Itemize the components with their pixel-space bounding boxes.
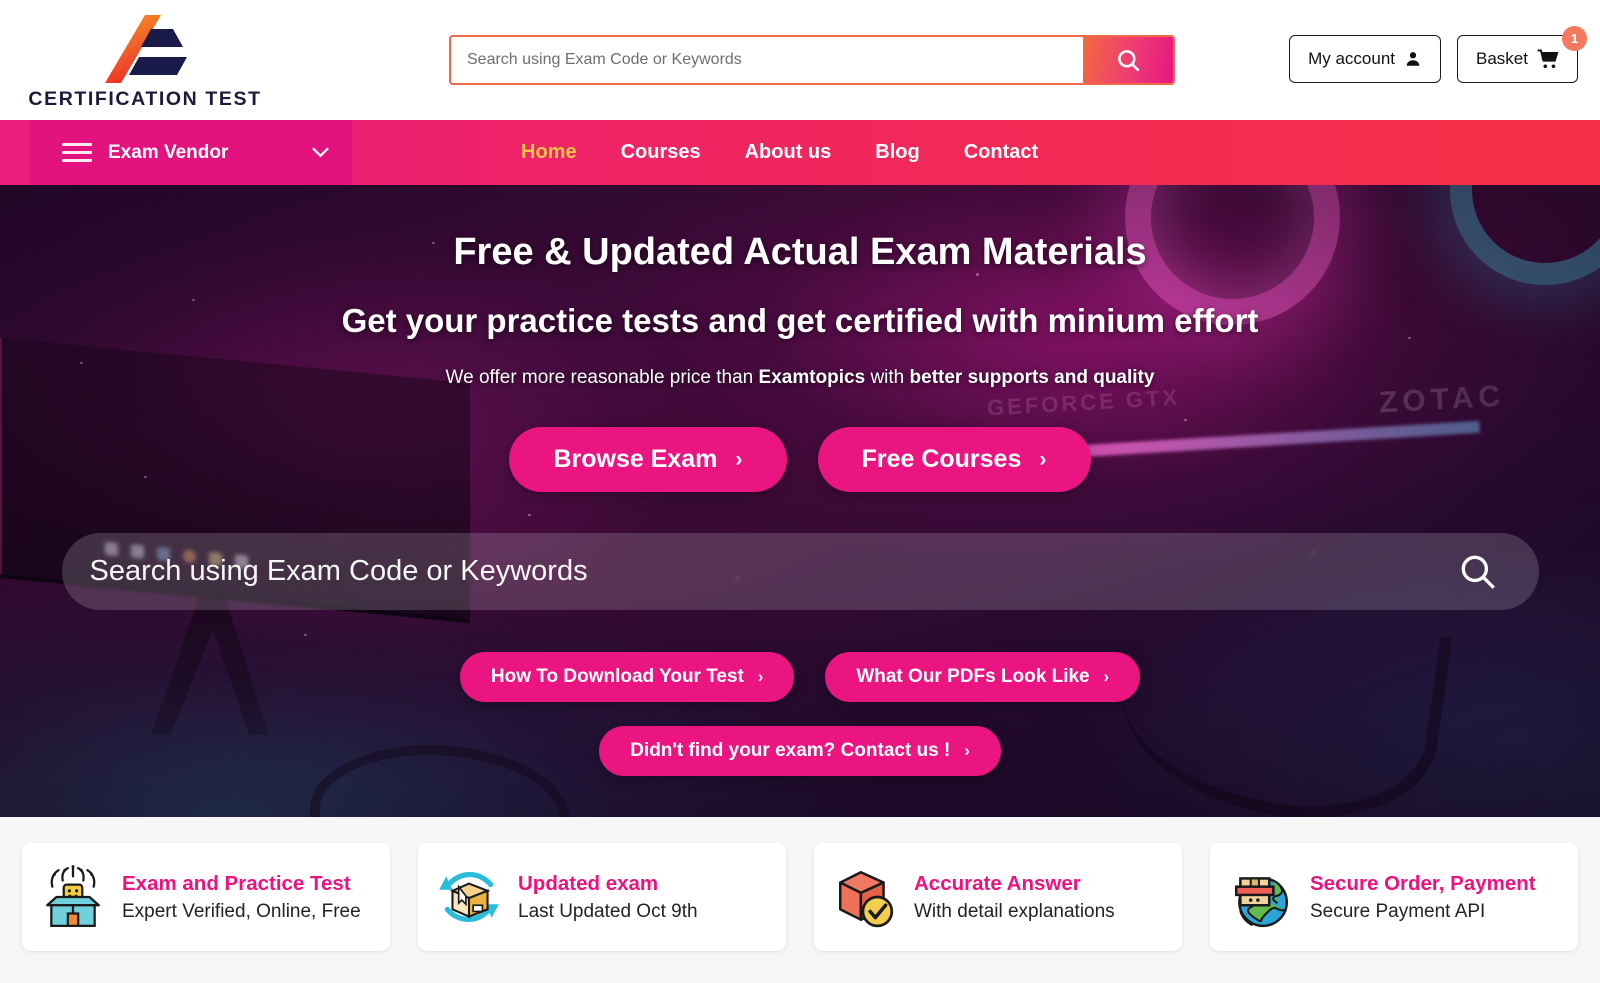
hero-tagline: We offer more reasonable price than Exam…: [0, 367, 1600, 389]
feature-subtitle: Last Updated Oct 9th: [518, 900, 698, 922]
my-account-button[interactable]: My account: [1289, 35, 1442, 83]
hero-primary-buttons: Browse Exam › Free Courses ›: [0, 427, 1600, 492]
exam-vendor-label: Exam Vendor: [108, 141, 229, 163]
tagline-quality: better supports and quality: [909, 367, 1155, 388]
search-input[interactable]: [451, 37, 1083, 83]
search-button[interactable]: [1083, 37, 1173, 83]
user-icon: [1406, 52, 1420, 66]
chevron-right-icon: ›: [757, 667, 764, 686]
globe-package-icon: [1235, 877, 1289, 928]
feature-title: Accurate Answer: [914, 871, 1081, 895]
what-pdfs-look-like-label: What Our PDFs Look Like: [856, 666, 1090, 687]
contact-us-button[interactable]: Didn't find your exam? Contact us ! ›: [599, 726, 1001, 776]
basket-label: Basket: [1476, 49, 1528, 68]
my-account-label: My account: [1308, 49, 1396, 68]
exam-vendor-dropdown[interactable]: Exam Vendor: [30, 120, 352, 185]
hero-subheadline: Get your practice tests and get certifie…: [341, 302, 1259, 339]
chevron-right-icon: ›: [1039, 447, 1047, 471]
free-courses-label: Free Courses: [861, 445, 1022, 473]
hero-tertiary-button-row: Didn't find your exam? Contact us ! ›: [0, 726, 1600, 776]
feature-subtitle: Expert Verified, Online, Free: [122, 900, 361, 922]
hero-search-input[interactable]: [89, 555, 1457, 588]
feature-title: Exam and Practice Test: [122, 871, 351, 895]
cart-icon: [1537, 49, 1559, 69]
surprise-box-icon: [46, 865, 100, 928]
basket-count-badge: 1: [1562, 26, 1587, 51]
chevron-right-icon: ›: [964, 741, 970, 760]
verified-cube-icon: [839, 871, 894, 928]
feature-card[interactable]: Secure Order, Payment Secure Payment API: [1210, 843, 1578, 951]
hero-section: GEFORCE GTX ZOTAC Free & Updated Actual …: [0, 185, 1600, 817]
chevron-down-icon: [312, 147, 329, 158]
hero-search-bar[interactable]: [61, 533, 1539, 610]
how-to-download-button[interactable]: How To Download Your Test ›: [459, 652, 795, 702]
nav-link-contact[interactable]: Contact: [964, 141, 1038, 164]
nav-link-about-us[interactable]: About us: [745, 141, 832, 164]
tagline-examtopics: Examtopics: [758, 367, 866, 388]
hero-headline: Free & Updated Actual Exam Materials: [453, 231, 1147, 273]
chevron-right-icon: ›: [735, 447, 743, 471]
nav-link-courses[interactable]: Courses: [621, 141, 701, 164]
how-to-download-label: How To Download Your Test: [490, 666, 744, 687]
feature-subtitle: With detail explanations: [914, 900, 1115, 922]
basket-button[interactable]: Basket 1: [1457, 26, 1587, 83]
hero-secondary-buttons: How To Download Your Test › What Our PDF…: [0, 652, 1600, 702]
free-courses-button[interactable]: Free Courses ›: [817, 427, 1091, 492]
tagline-part1: We offer more reasonable price than: [445, 367, 759, 388]
site-header: CERTIFICATION TEST My account Basket 1: [0, 0, 1600, 120]
chevron-right-icon: ›: [1103, 667, 1110, 686]
feature-title: Secure Order, Payment: [1310, 871, 1536, 895]
nav-link-home[interactable]: Home: [521, 141, 577, 164]
feature-title: Updated exam: [518, 871, 659, 895]
hero-content: Free & Updated Actual Exam Materials Get…: [0, 185, 1600, 776]
refresh-package-icon: [439, 872, 499, 922]
browse-exam-label: Browse Exam: [553, 445, 718, 473]
browse-exam-button[interactable]: Browse Exam ›: [509, 427, 787, 492]
feature-subtitle: Secure Payment API: [1310, 900, 1486, 922]
contact-us-label: Didn't find your exam? Contact us !: [630, 740, 951, 761]
site-logo[interactable]: CERTIFICATION TEST: [0, 9, 290, 111]
feature-card[interactable]: Accurate Answer With detail explanations: [814, 843, 1182, 951]
triangle-logo-icon: [105, 15, 187, 83]
feature-cards: Exam and Practice Test Expert Verified, …: [0, 817, 1600, 983]
feature-card[interactable]: Updated exam Last Updated Oct 9th: [418, 843, 786, 951]
tagline-part2: with: [865, 367, 910, 388]
what-pdfs-look-like-button[interactable]: What Our PDFs Look Like ›: [825, 652, 1141, 702]
hamburger-icon: [62, 143, 92, 162]
nav-links: Home Courses About us Blog Contact: [521, 141, 1038, 164]
search-icon: [1117, 49, 1140, 72]
nav-link-blog[interactable]: Blog: [875, 141, 919, 164]
main-navbar: Exam Vendor Home Courses About us Blog C…: [0, 120, 1600, 185]
header-search[interactable]: [449, 35, 1175, 85]
header-actions: My account Basket 1: [1289, 26, 1587, 83]
search-icon[interactable]: [1457, 551, 1499, 593]
logo-text: CERTIFICATION TEST: [28, 88, 262, 110]
feature-card[interactable]: Exam and Practice Test Expert Verified, …: [22, 843, 390, 951]
